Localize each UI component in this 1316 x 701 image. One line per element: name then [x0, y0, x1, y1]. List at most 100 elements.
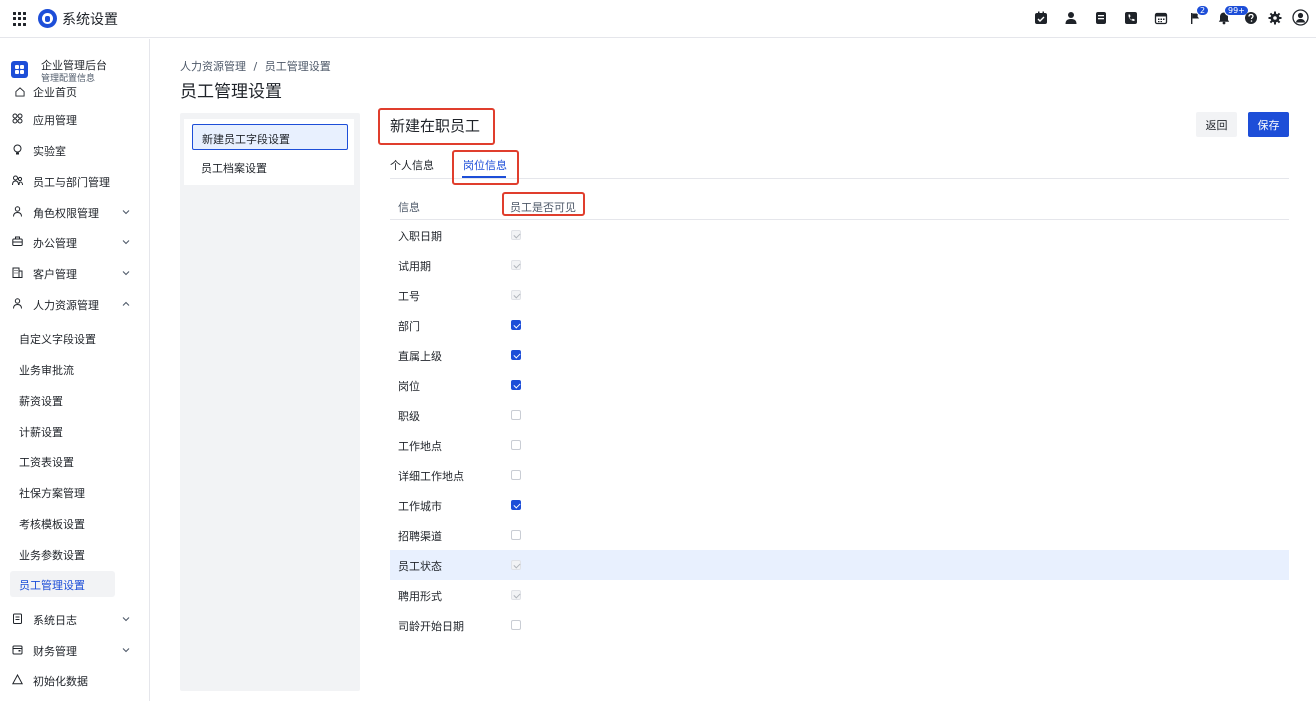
- sidebar-subitem-approval-flow[interactable]: 业务审批流: [10, 356, 115, 382]
- home-icon: [15, 87, 25, 97]
- sidebar-subitem-social-insurance[interactable]: 社保方案管理: [10, 479, 115, 505]
- sidebar-subitem-params[interactable]: 业务参数设置: [10, 541, 115, 567]
- table-row: 岗位: [390, 370, 1289, 400]
- visibility-checkbox[interactable]: [511, 410, 521, 420]
- row-label: 司龄开始日期: [398, 620, 464, 633]
- sidebar-item-customers[interactable]: 客户管理: [0, 260, 149, 286]
- row-label: 岗位: [398, 380, 420, 393]
- sidebar-subitem-employee-settings[interactable]: 员工管理设置: [10, 571, 115, 597]
- org-header[interactable]: 企业管理后台 管理配置信息: [0, 53, 149, 87]
- table-row: 员工状态: [390, 550, 1289, 580]
- sidebar-item-system-log[interactable]: 系统日志: [0, 606, 149, 632]
- sidebar-item-label: 员工与部门管理: [33, 176, 110, 189]
- active-tab-indicator: [462, 176, 506, 178]
- menu-item-employee-archive[interactable]: 员工档案设置: [192, 154, 348, 180]
- sidebar-subitem-label: 考核模板设置: [19, 518, 85, 531]
- settings-menu-card: 新建员工字段设置 员工档案设置: [184, 119, 354, 185]
- page-title: 员工管理设置: [180, 82, 282, 102]
- chevron-down-icon: [121, 614, 131, 624]
- row-label: 员工状态: [398, 560, 442, 573]
- row-label: 试用期: [398, 260, 431, 273]
- sidebar-item-init-data[interactable]: 初始化数据: [0, 667, 149, 693]
- sidebar-subitem-payroll[interactable]: 工资表设置: [10, 448, 115, 474]
- sidebar-item-lab[interactable]: 实验室: [0, 137, 149, 163]
- visibility-checkbox[interactable]: [511, 440, 521, 450]
- sidebar-item-hr[interactable]: 人力资源管理: [0, 291, 149, 317]
- tab-position-info[interactable]: 岗位信息: [463, 157, 507, 173]
- phone-icon[interactable]: [1124, 11, 1138, 25]
- visibility-checkbox: [511, 260, 521, 270]
- sidebar-item-office[interactable]: 办公管理: [0, 229, 149, 255]
- visibility-checkbox[interactable]: [511, 620, 521, 630]
- row-label: 入职日期: [398, 230, 442, 243]
- chevron-down-icon: [121, 207, 131, 217]
- sidebar-subitem-pay-calc[interactable]: 计薪设置: [10, 418, 115, 444]
- user-icon[interactable]: [1064, 11, 1078, 25]
- table-row: 司龄开始日期: [390, 610, 1289, 640]
- org-grid-icon: [11, 61, 28, 78]
- document-icon[interactable]: [1094, 11, 1108, 25]
- app-logo-icon: [38, 9, 57, 28]
- visibility-checkbox[interactable]: [511, 350, 521, 360]
- sidebar-subitem-label: 薪资设置: [19, 395, 63, 408]
- sidebar-item-finance[interactable]: 财务管理: [0, 637, 149, 663]
- breadcrumb-item[interactable]: 人力资源管理: [180, 60, 246, 73]
- sidebar-subitem-custom-fields[interactable]: 自定义字段设置: [10, 325, 115, 351]
- section-title: 新建在职员工: [390, 117, 481, 135]
- sidebar-item-roles[interactable]: 角色权限管理: [0, 199, 149, 225]
- table-row: 聘用形式: [390, 580, 1289, 610]
- menu-item-label: 员工档案设置: [201, 162, 267, 175]
- sidebar-item-label: 实验室: [33, 145, 66, 158]
- sidebar-item-label: 初始化数据: [33, 675, 88, 688]
- save-button[interactable]: 保存: [1248, 112, 1289, 137]
- app-title: 系统设置: [62, 12, 118, 28]
- visibility-checkbox[interactable]: [511, 500, 521, 510]
- visibility-checkbox[interactable]: [511, 320, 521, 330]
- sidebar-subitem-label: 工资表设置: [19, 456, 74, 469]
- sidebar-item-apps[interactable]: 应用管理: [0, 106, 149, 132]
- gear-icon[interactable]: [1268, 11, 1282, 25]
- row-label: 聘用形式: [398, 590, 442, 603]
- visibility-checkbox[interactable]: [511, 530, 521, 540]
- sidebar-subitem-label: 业务审批流: [19, 364, 74, 377]
- tab-personal-info[interactable]: 个人信息: [390, 157, 434, 173]
- visibility-checkbox[interactable]: [511, 470, 521, 480]
- avatar-icon[interactable]: [1292, 9, 1309, 26]
- sidebar: 企业首页 企业管理后台 管理配置信息 应用管理 实验室 员工与部门管理 角色权限…: [0, 39, 150, 701]
- flag-badge: 2: [1196, 5, 1210, 16]
- apps-icon: [12, 113, 23, 124]
- visibility-checkbox: [511, 230, 521, 240]
- breadcrumb-item-current: 员工管理设置: [264, 60, 331, 73]
- menu-item-new-employee-fields[interactable]: 新建员工字段设置: [192, 124, 348, 150]
- tasks-icon[interactable]: [1034, 11, 1048, 25]
- visibility-checkbox: [511, 590, 521, 600]
- sidebar-subitem-salary[interactable]: 薪资设置: [10, 387, 115, 413]
- sidebar-subitem-label: 业务参数设置: [19, 549, 85, 562]
- app-grid-icon[interactable]: [13, 12, 27, 26]
- table-header: 信息 员工是否可见: [390, 190, 1289, 220]
- sidebar-item-label: 角色权限管理: [33, 207, 99, 220]
- sidebar-subitem-label: 自定义字段设置: [19, 333, 96, 346]
- row-label: 直属上级: [398, 350, 442, 363]
- row-label: 招聘渠道: [398, 530, 442, 543]
- chevron-up-icon: [121, 299, 131, 309]
- sidebar-item-label: 办公管理: [33, 237, 77, 250]
- person-icon: [12, 206, 23, 217]
- help-icon[interactable]: [1244, 11, 1258, 25]
- chevron-down-icon: [121, 645, 131, 655]
- visibility-checkbox[interactable]: [511, 380, 521, 390]
- wallet-icon: [12, 644, 23, 655]
- sidebar-subitem-assessment[interactable]: 考核模板设置: [10, 510, 115, 536]
- sidebar-item-staff-dept[interactable]: 员工与部门管理: [0, 168, 149, 194]
- back-button[interactable]: 返回: [1196, 112, 1237, 137]
- briefcase-icon: [12, 236, 23, 247]
- calendar-icon[interactable]: [1154, 11, 1168, 25]
- sidebar-item-label: 系统日志: [33, 614, 77, 627]
- table-row: 入职日期: [390, 220, 1289, 250]
- row-label: 工作城市: [398, 500, 442, 513]
- top-bar: 系统设置 2 99+: [0, 0, 1316, 38]
- sidebar-item-label: 客户管理: [33, 268, 77, 281]
- org-subtitle: 管理配置信息: [41, 74, 96, 84]
- table-row: 工作城市: [390, 490, 1289, 520]
- person-icon: [12, 298, 23, 309]
